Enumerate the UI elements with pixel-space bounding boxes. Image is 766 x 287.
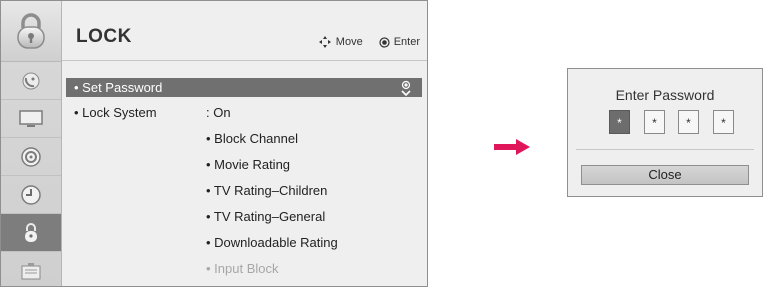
dialog-divider (576, 149, 754, 150)
move-hint-label: Move (335, 36, 363, 48)
enter-button-icon (379, 36, 390, 48)
close-button[interactable]: Close (581, 165, 749, 185)
downloadable-rating-item[interactable]: • Downloadable Rating (206, 235, 338, 250)
tv-rating-general-item[interactable]: • TV Rating–General (206, 209, 325, 224)
menu-content: LOCK Move Enter • Set Password • Lock Sy… (62, 1, 427, 286)
password-digit-4[interactable]: * (713, 110, 734, 134)
lock-system-item[interactable]: • Lock System (74, 105, 157, 120)
page-title: LOCK (76, 26, 132, 47)
right-arrow-icon (494, 139, 530, 155)
password-digit-1[interactable]: * (609, 110, 630, 134)
input-block-item[interactable]: • Input Block (206, 261, 278, 276)
dialog-title: Enter Password (615, 87, 715, 103)
set-password-item[interactable]: • Set Password (66, 78, 422, 97)
password-digit-2[interactable]: * (644, 110, 665, 134)
sidebar (1, 1, 62, 286)
block-channel-item[interactable]: • Block Channel (206, 131, 298, 146)
satellite-dish-icon[interactable] (1, 62, 61, 100)
movie-rating-item[interactable]: • Movie Rating (206, 157, 290, 172)
lock-system-value: : On (206, 105, 231, 120)
lock-menu-panel: LOCK Move Enter • Set Password • Lock Sy… (0, 0, 428, 287)
options-icon[interactable] (1, 252, 61, 286)
enter-hint-label: Enter (393, 36, 420, 48)
enter-chevron-icon (401, 80, 411, 96)
enter-password-dialog: Enter Password * * * * Close (567, 68, 763, 197)
tv-rating-children-item[interactable]: • TV Rating–Children (206, 183, 327, 198)
lock-top-icon (1, 1, 61, 62)
speaker-icon[interactable] (1, 138, 61, 176)
navigation-hint: Move Enter (318, 35, 420, 49)
move-arrows-icon (318, 36, 331, 48)
clock-icon[interactable] (1, 176, 61, 214)
monitor-icon[interactable] (1, 100, 61, 138)
menu-header: LOCK Move Enter (62, 1, 427, 61)
lock-icon[interactable] (1, 214, 61, 252)
set-password-label: • Set Password (74, 80, 163, 95)
password-digit-3[interactable]: * (678, 110, 699, 134)
